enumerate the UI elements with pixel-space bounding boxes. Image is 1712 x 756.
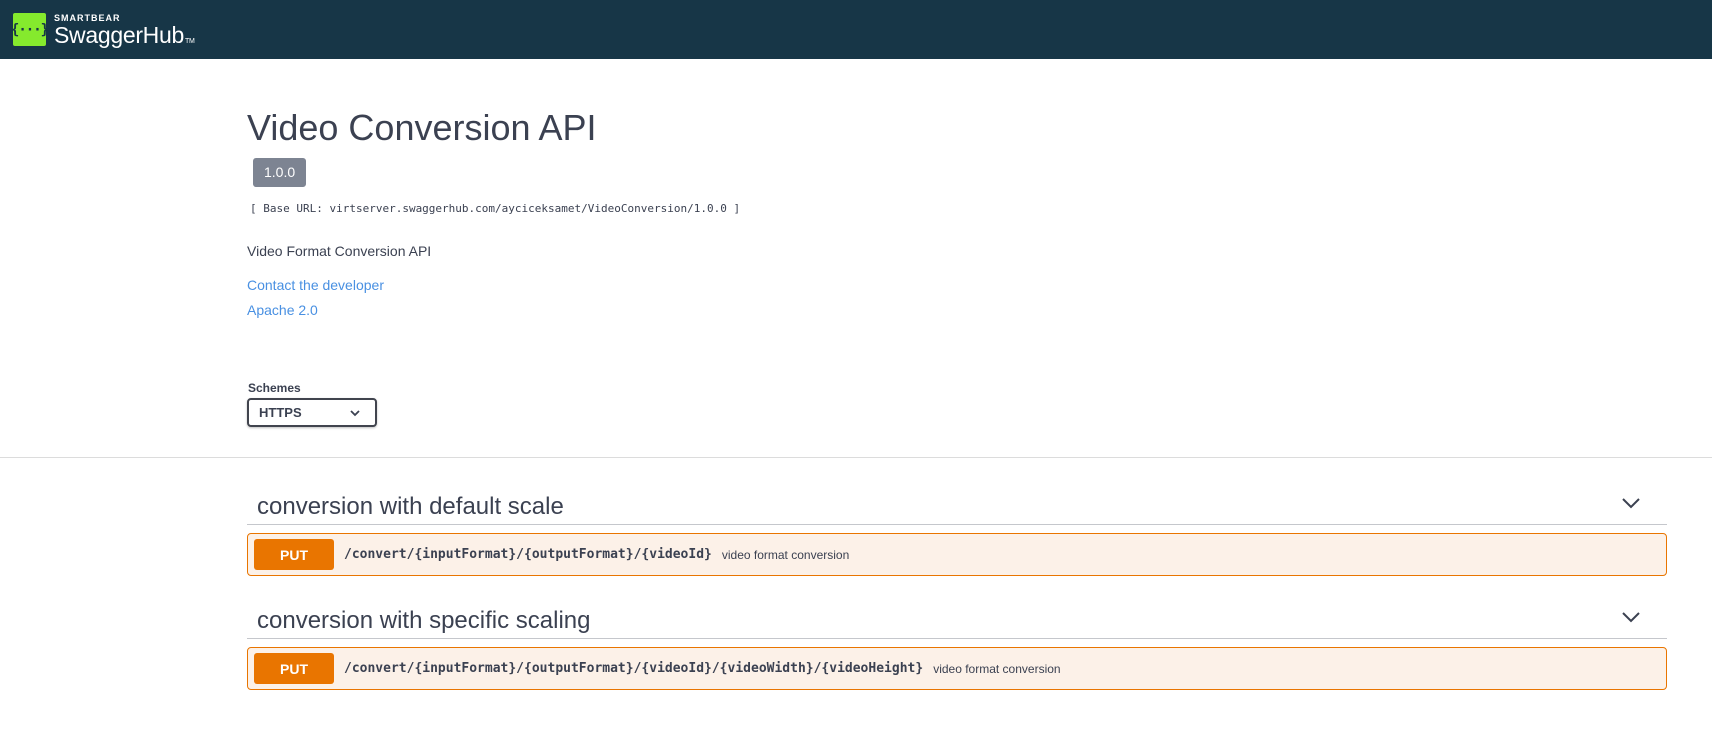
tag-section-default-scale: conversion with default scale PUT /conve… (247, 483, 1667, 576)
brand-name: SwaggerHub (54, 22, 184, 48)
operation-summary: video format conversion (721, 547, 850, 562)
swaggerhub-logo-icon: {···} (11, 13, 49, 46)
api-description: Video Format Conversion API (247, 243, 432, 259)
tag-section-specific-scaling: conversion with specific scaling PUT /co… (247, 597, 1667, 690)
contact-developer-link[interactable]: Contact the developer (247, 277, 384, 293)
operation-put-convert-scaling[interactable]: PUT /convert/{inputFormat}/{outputFormat… (247, 647, 1667, 690)
brand-trademark: TM (184, 38, 195, 45)
swaggerhub-logo[interactable]: {···} SMARTBEAR SwaggerHubTM (11, 13, 195, 47)
logo-text: SMARTBEAR SwaggerHubTM (54, 13, 195, 54)
method-badge: PUT (254, 539, 334, 570)
schemes-label: Schemes (248, 381, 301, 395)
top-bar: {···} SMARTBEAR SwaggerHubTM (0, 0, 1712, 59)
brand-swaggerhub: SwaggerHubTM (54, 23, 195, 54)
operation-path: /convert/{inputFormat}/{outputFormat}/{v… (344, 547, 712, 562)
tag-title: conversion with default scale (257, 493, 564, 520)
method-badge: PUT (254, 653, 334, 684)
chevron-down-icon[interactable] (1621, 609, 1641, 630)
operation-put-convert[interactable]: PUT /convert/{inputFormat}/{outputFormat… (247, 533, 1667, 576)
version-badge: 1.0.0 (253, 158, 307, 187)
tag-title: conversion with specific scaling (257, 607, 591, 634)
operation-path: /convert/{inputFormat}/{outputFormat}/{v… (344, 661, 924, 676)
chevron-down-icon (349, 407, 361, 422)
tag-header[interactable]: conversion with default scale (247, 483, 1667, 525)
base-url: [ Base URL: virtserver.swaggerhub.com/ay… (250, 202, 741, 215)
schemes-select[interactable]: HTTPS (247, 398, 377, 427)
chevron-down-icon[interactable] (1621, 495, 1641, 516)
license-link[interactable]: Apache 2.0 (247, 302, 318, 318)
section-divider (0, 457, 1712, 458)
operation-summary: video format conversion (933, 661, 1061, 676)
tag-header[interactable]: conversion with specific scaling (247, 597, 1667, 639)
schemes-selected-value: HTTPS (259, 405, 302, 420)
api-title: Video Conversion API (247, 107, 597, 148)
